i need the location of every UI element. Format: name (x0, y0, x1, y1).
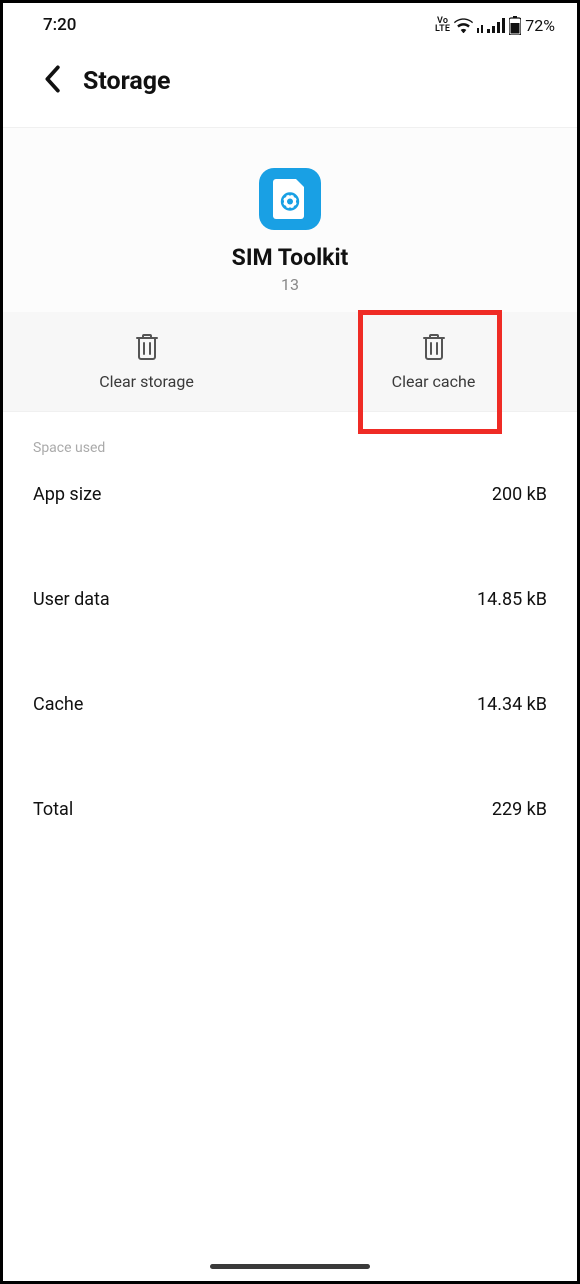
home-indicator[interactable] (210, 1264, 370, 1269)
volte-icon: Vo LTE (435, 17, 450, 33)
clear-storage-button[interactable]: Clear storage (3, 312, 290, 411)
chevron-left-icon (43, 65, 61, 93)
clear-cache-label: Clear cache (392, 372, 476, 391)
action-bar: Clear storage Clear cache (3, 312, 577, 412)
row-app-size: App size 200 kB (33, 470, 547, 575)
row-value: 14.34 kB (477, 694, 547, 715)
signal-weak-icon (477, 18, 483, 33)
row-label: Cache (33, 694, 83, 715)
app-icon (259, 168, 321, 230)
row-value: 229 kB (492, 799, 547, 820)
row-label: User data (33, 589, 110, 610)
app-info: SIM Toolkit 13 (3, 127, 577, 312)
row-value: 200 kB (492, 484, 547, 505)
header: Storage (3, 43, 577, 127)
page-title: Storage (83, 67, 171, 96)
row-value: 14.85 kB (477, 589, 547, 610)
app-name: SIM Toolkit (3, 244, 577, 271)
status-time: 7:20 (43, 15, 76, 35)
row-label: App size (33, 484, 101, 505)
status-indicators: Vo LTE 72% (435, 16, 555, 35)
space-used-section: Space used App size 200 kB User data 14.… (3, 412, 577, 890)
trash-icon (423, 334, 445, 360)
clear-cache-button[interactable]: Clear cache (290, 312, 577, 411)
wifi-icon (454, 18, 473, 33)
status-bar: 7:20 Vo LTE 72% (3, 3, 577, 43)
row-user-data: User data 14.85 kB (33, 575, 547, 680)
row-label: Total (33, 799, 73, 820)
trash-icon (136, 334, 158, 360)
clear-storage-label: Clear storage (99, 372, 194, 391)
signal-icon (487, 18, 505, 33)
battery-icon (509, 16, 521, 35)
section-title: Space used (33, 440, 547, 456)
app-version: 13 (3, 275, 577, 294)
row-cache: Cache 14.34 kB (33, 680, 547, 785)
battery-percent: 72% (525, 16, 555, 35)
back-button[interactable] (43, 65, 61, 97)
row-total: Total 229 kB (33, 785, 547, 890)
